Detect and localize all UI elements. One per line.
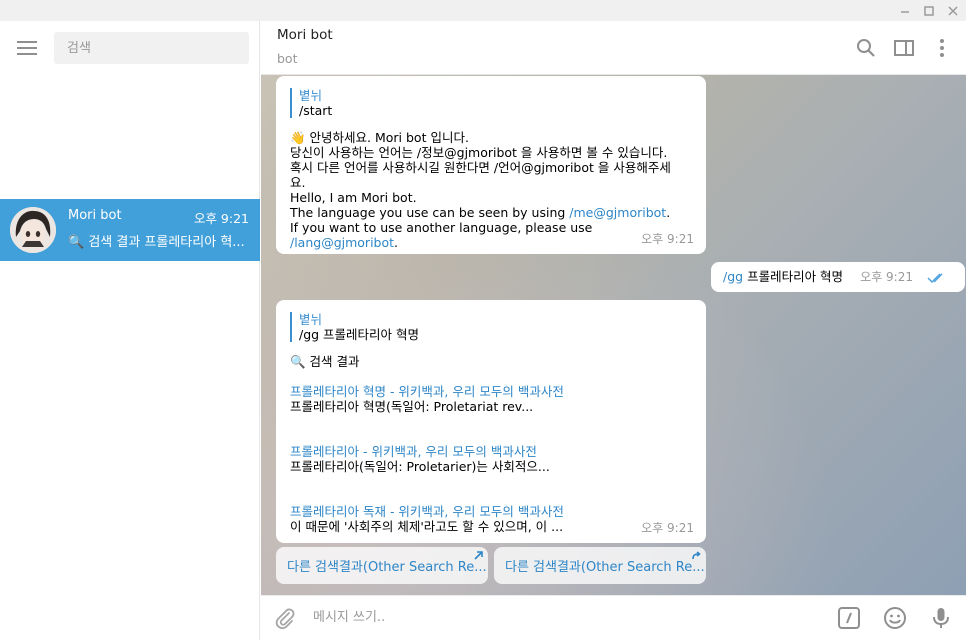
text: . [666, 205, 671, 220]
window-titlebar [0, 0, 966, 21]
attach-icon[interactable] [273, 606, 297, 630]
text: The language you use can be seen by usin… [290, 205, 570, 220]
command-link[interactable]: /me@gjmoribot [569, 205, 666, 220]
hamburger-menu-icon[interactable] [17, 41, 37, 55]
command-link[interactable]: /lang@gjmoribot [290, 235, 394, 250]
maximize-icon[interactable] [917, 0, 941, 21]
message-line: 혹시 다른 언어를 사용하시길 원한다면 /언어@gjmoribot 을 사용해… [290, 160, 671, 175]
command-link[interactable]: /gg [723, 269, 743, 284]
message-line: 👋 안녕하세요. Mori bot 입니다. [290, 130, 469, 145]
chat-header: Mori bot bot [261, 21, 966, 75]
minimize-icon[interactable] [893, 0, 917, 21]
emoji-icon[interactable] [883, 606, 907, 630]
close-icon[interactable] [941, 0, 965, 21]
chat-preview: 🔍 검색 결과 프롤레타리아 혁... [68, 235, 245, 250]
result-snippet: 프롤레타리아 혁명(독일어: Proletariat rev... [290, 399, 534, 414]
chat-history[interactable]: 볕뉘 /start 👋 안녕하세요. Mori bot 입니다. 당신이 사용하… [261, 75, 966, 595]
bot-message[interactable]: 볕뉘 /gg 프롤레타리아 혁명 🔍 검색 결과 프롤레타리아 혁명 - 위키백… [276, 300, 706, 543]
reply-text: /start [299, 103, 333, 118]
share-arrow-icon [474, 551, 483, 560]
reply-text: /gg 프롤레타리아 혁명 [299, 327, 420, 342]
button-label: 다른 검색결과(Other Search Re... [505, 560, 705, 575]
chat-title[interactable]: Mori bot [277, 27, 333, 43]
chat-list-item[interactable]: Mori bot 오후 9:21 🔍 검색 결과 프롤레타리아 혁... [0, 199, 260, 261]
search-input[interactable] [54, 32, 249, 64]
result-link[interactable]: 프롤레타리아 독재 - 위키백과, 우리 모두의 백과사전 [290, 504, 692, 519]
user-message[interactable]: /gg 프롤레타리아 혁명 오후 9:21 [711, 262, 965, 292]
text: . [394, 235, 399, 250]
text: If you want to use another language, ple… [290, 220, 593, 235]
message-text: 프롤레타리아 혁명 [743, 269, 844, 284]
reply-author: 볕뉘 [299, 312, 323, 327]
message-line: Hello, I am Mori bot. [290, 190, 417, 205]
chat-time: 오후 9:21 [193, 211, 249, 226]
microphone-icon[interactable] [929, 606, 953, 630]
result-link[interactable]: 프롤레타리아 혁명 - 위키백과, 우리 모두의 백과사전 [290, 384, 692, 399]
chat-status: bot [277, 51, 298, 66]
message-time: 오후 9:21 [641, 521, 694, 535]
chat-list-panel: Mori bot 오후 9:21 🔍 검색 결과 프롤레타리아 혁... [0, 21, 260, 640]
result-snippet: 프롤레타리아(독일어: Proletarier)는 사회적으... [290, 459, 550, 474]
other-search-results-button[interactable]: 다른 검색결과(Other Search Re... [276, 547, 488, 584]
chat-name: Mori bot [68, 208, 122, 223]
avatar [10, 207, 56, 253]
message-line: 요. [290, 175, 306, 190]
more-options-icon[interactable] [931, 37, 953, 59]
reply-author: 볕뉘 [299, 88, 323, 103]
bot-message[interactable]: 볕뉘 /start 👋 안녕하세요. Mori bot 입니다. 당신이 사용하… [276, 76, 706, 254]
forward-arrow-icon [692, 551, 701, 560]
bot-commands-icon[interactable] [837, 606, 861, 630]
message-time: 오후 9:21 [860, 270, 913, 284]
read-check-icon [927, 272, 945, 284]
button-label: 다른 검색결과(Other Search Re... [287, 560, 487, 575]
message-composer [261, 595, 966, 640]
result-link[interactable]: 프롤레타리아 - 위키백과, 우리 모두의 백과사전 [290, 444, 692, 459]
sidebar-toggle-icon[interactable] [893, 37, 915, 59]
message-line: The language you use can be seen by usin… [290, 205, 692, 220]
reply-quote[interactable]: 볕뉘 /gg 프롤레타리아 혁명 [290, 312, 692, 342]
message-input[interactable] [313, 605, 793, 629]
search-icon[interactable] [855, 37, 877, 59]
message-line: If you want to use another language, ple… [290, 220, 692, 250]
reply-quote[interactable]: 볕뉘 /start [290, 88, 692, 118]
other-search-results-button[interactable]: 다른 검색결과(Other Search Re... [494, 547, 706, 584]
result-heading: 🔍 검색 결과 [290, 354, 360, 369]
message-time: 오후 9:21 [641, 232, 694, 246]
result-snippet: 이 때문에 '사회주의 체제'라고도 할 수 있으며, 이 ... [290, 519, 564, 534]
message-line: 당신이 사용하는 언어는 /정보@gjmoribot 을 사용하면 볼 수 있습… [290, 145, 668, 160]
